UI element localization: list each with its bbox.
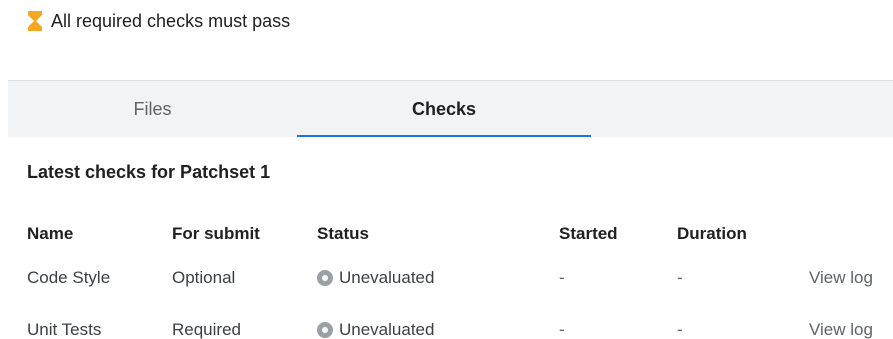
table-row: Code Style Optional Unevaluated - - View… [27, 268, 893, 296]
tab-checks[interactable]: Checks [297, 81, 591, 137]
table-row: Unit Tests Required Unevaluated - - View… [27, 320, 893, 339]
column-header-duration: Duration [677, 224, 747, 243]
column-header-for-submit: For submit [172, 224, 260, 243]
submit-requirements-status: All required checks must pass [27, 10, 290, 32]
tab-bar: Files Checks [8, 80, 893, 137]
active-tab-indicator [297, 135, 591, 137]
view-log-link[interactable]: View log [809, 268, 873, 288]
column-header-status: Status [317, 224, 369, 243]
check-status-label: Unevaluated [339, 320, 435, 339]
check-duration: - [677, 268, 683, 287]
check-status: Unevaluated [317, 320, 434, 339]
view-log-link[interactable]: View log [809, 320, 873, 339]
check-name: Unit Tests [27, 320, 102, 339]
tab-files[interactable]: Files [8, 81, 297, 137]
checks-table: Name For submit Status Started Duration … [27, 224, 893, 339]
column-header-name: Name [27, 224, 74, 243]
check-status: Unevaluated [317, 268, 434, 288]
check-for-submit: Optional [172, 268, 236, 287]
unevaluated-icon [317, 322, 333, 338]
check-started: - [559, 320, 565, 339]
check-duration: - [677, 320, 683, 339]
check-status-label: Unevaluated [339, 268, 435, 287]
column-header-started: Started [559, 224, 618, 243]
checks-panel: All required checks must pass Files Chec… [0, 0, 893, 339]
section-title: Latest checks for Patchset 1 [27, 162, 271, 182]
unevaluated-icon [317, 270, 333, 286]
check-name: Code Style [27, 268, 111, 287]
check-for-submit: Required [172, 320, 241, 339]
table-header-row: Name For submit Status Started Duration [27, 224, 893, 252]
submit-status-text: All required checks must pass [51, 10, 291, 31]
hourglass-icon [28, 11, 42, 31]
check-started: - [559, 268, 565, 287]
